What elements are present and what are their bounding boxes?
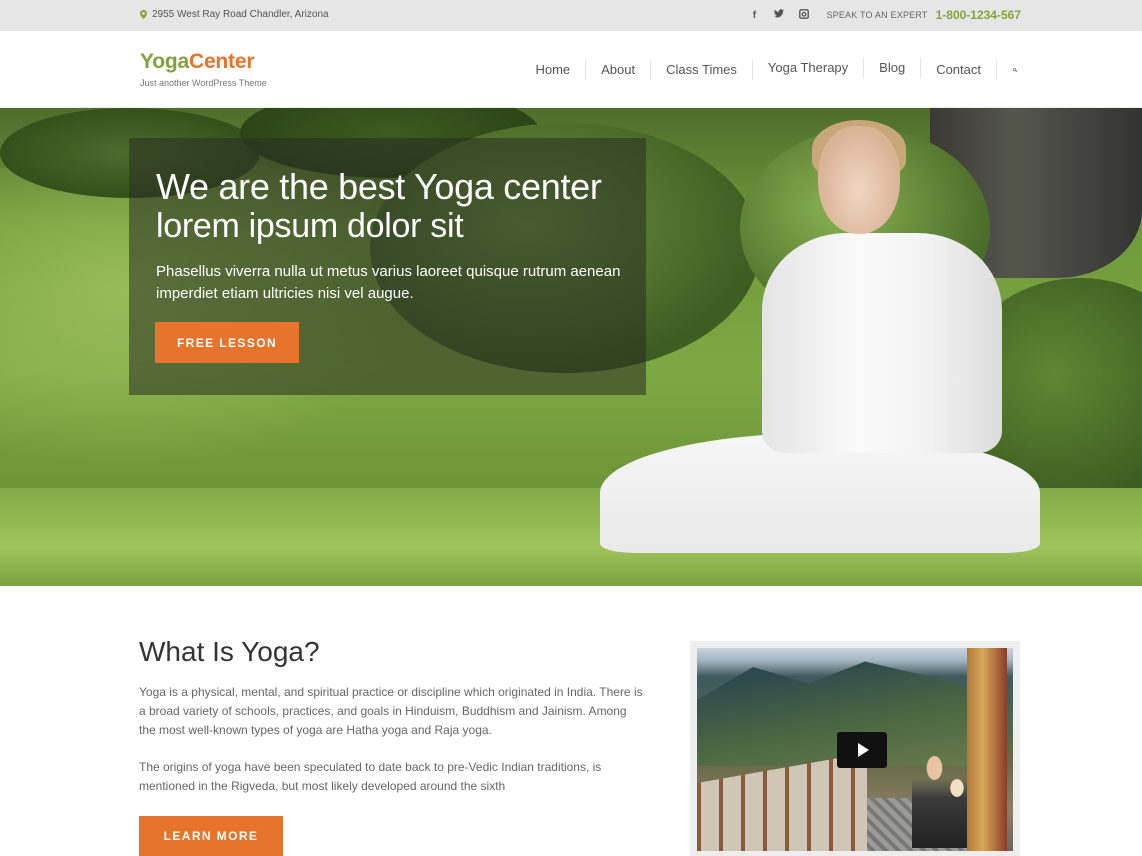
nav-about[interactable]: About [586, 60, 652, 80]
instagram-icon[interactable] [799, 8, 810, 22]
play-button[interactable] [837, 732, 887, 768]
about-paragraph-2: The origins of yoga have been speculated… [139, 760, 602, 793]
nav-blog[interactable]: Blog [864, 58, 922, 78]
hero-title: We are the best Yoga center [156, 166, 602, 207]
site-logo[interactable]: YogaCenter [140, 50, 255, 74]
search-icon[interactable] [997, 63, 1017, 77]
logo-center: Center [188, 50, 255, 73]
section-title: What Is Yoga? [139, 636, 320, 667]
site-header: YogaCenter Just another WordPress Theme … [0, 31, 1142, 108]
nav-yoga-therapy[interactable]: Yoga Therapy [753, 58, 865, 78]
video-image [697, 648, 1013, 851]
main-nav: Home About Class Times Yoga Therapy Blog… [520, 58, 1017, 80]
speak-to-expert-label: Speak to an expert [826, 10, 928, 20]
play-icon [858, 743, 869, 757]
map-pin-icon [140, 10, 147, 19]
video-thumbnail[interactable] [690, 641, 1020, 856]
phone-number[interactable]: 1-800-1234-567 [936, 8, 1021, 22]
top-bar: 2955 West Ray Road Chandler, Arizona f S… [0, 0, 1142, 31]
twitter-icon[interactable] [774, 9, 785, 21]
hero-image-person [818, 126, 900, 234]
nav-contact[interactable]: Contact [921, 60, 997, 80]
address-text: 2955 West Ray Road Chandler, Arizona [152, 9, 329, 20]
logo-yoga: Yoga [140, 50, 189, 73]
learn-more-button[interactable]: LEARN MORE [139, 816, 283, 856]
address: 2955 West Ray Road Chandler, Arizona [140, 9, 329, 20]
hero-subtitle: lorem ipsum dolor sit [156, 207, 464, 245]
facebook-icon[interactable]: f [749, 10, 759, 21]
hero-text: Phasellus viverra nulla ut metus varius … [156, 263, 621, 302]
site-tagline: Just another WordPress Theme [140, 78, 267, 88]
nav-class-times[interactable]: Class Times [651, 60, 753, 80]
nav-home[interactable]: Home [520, 60, 587, 80]
free-lesson-button[interactable]: FREE LESSON [155, 322, 299, 363]
about-paragraph-1: Yoga is a physical, mental, and spiritua… [139, 685, 643, 737]
